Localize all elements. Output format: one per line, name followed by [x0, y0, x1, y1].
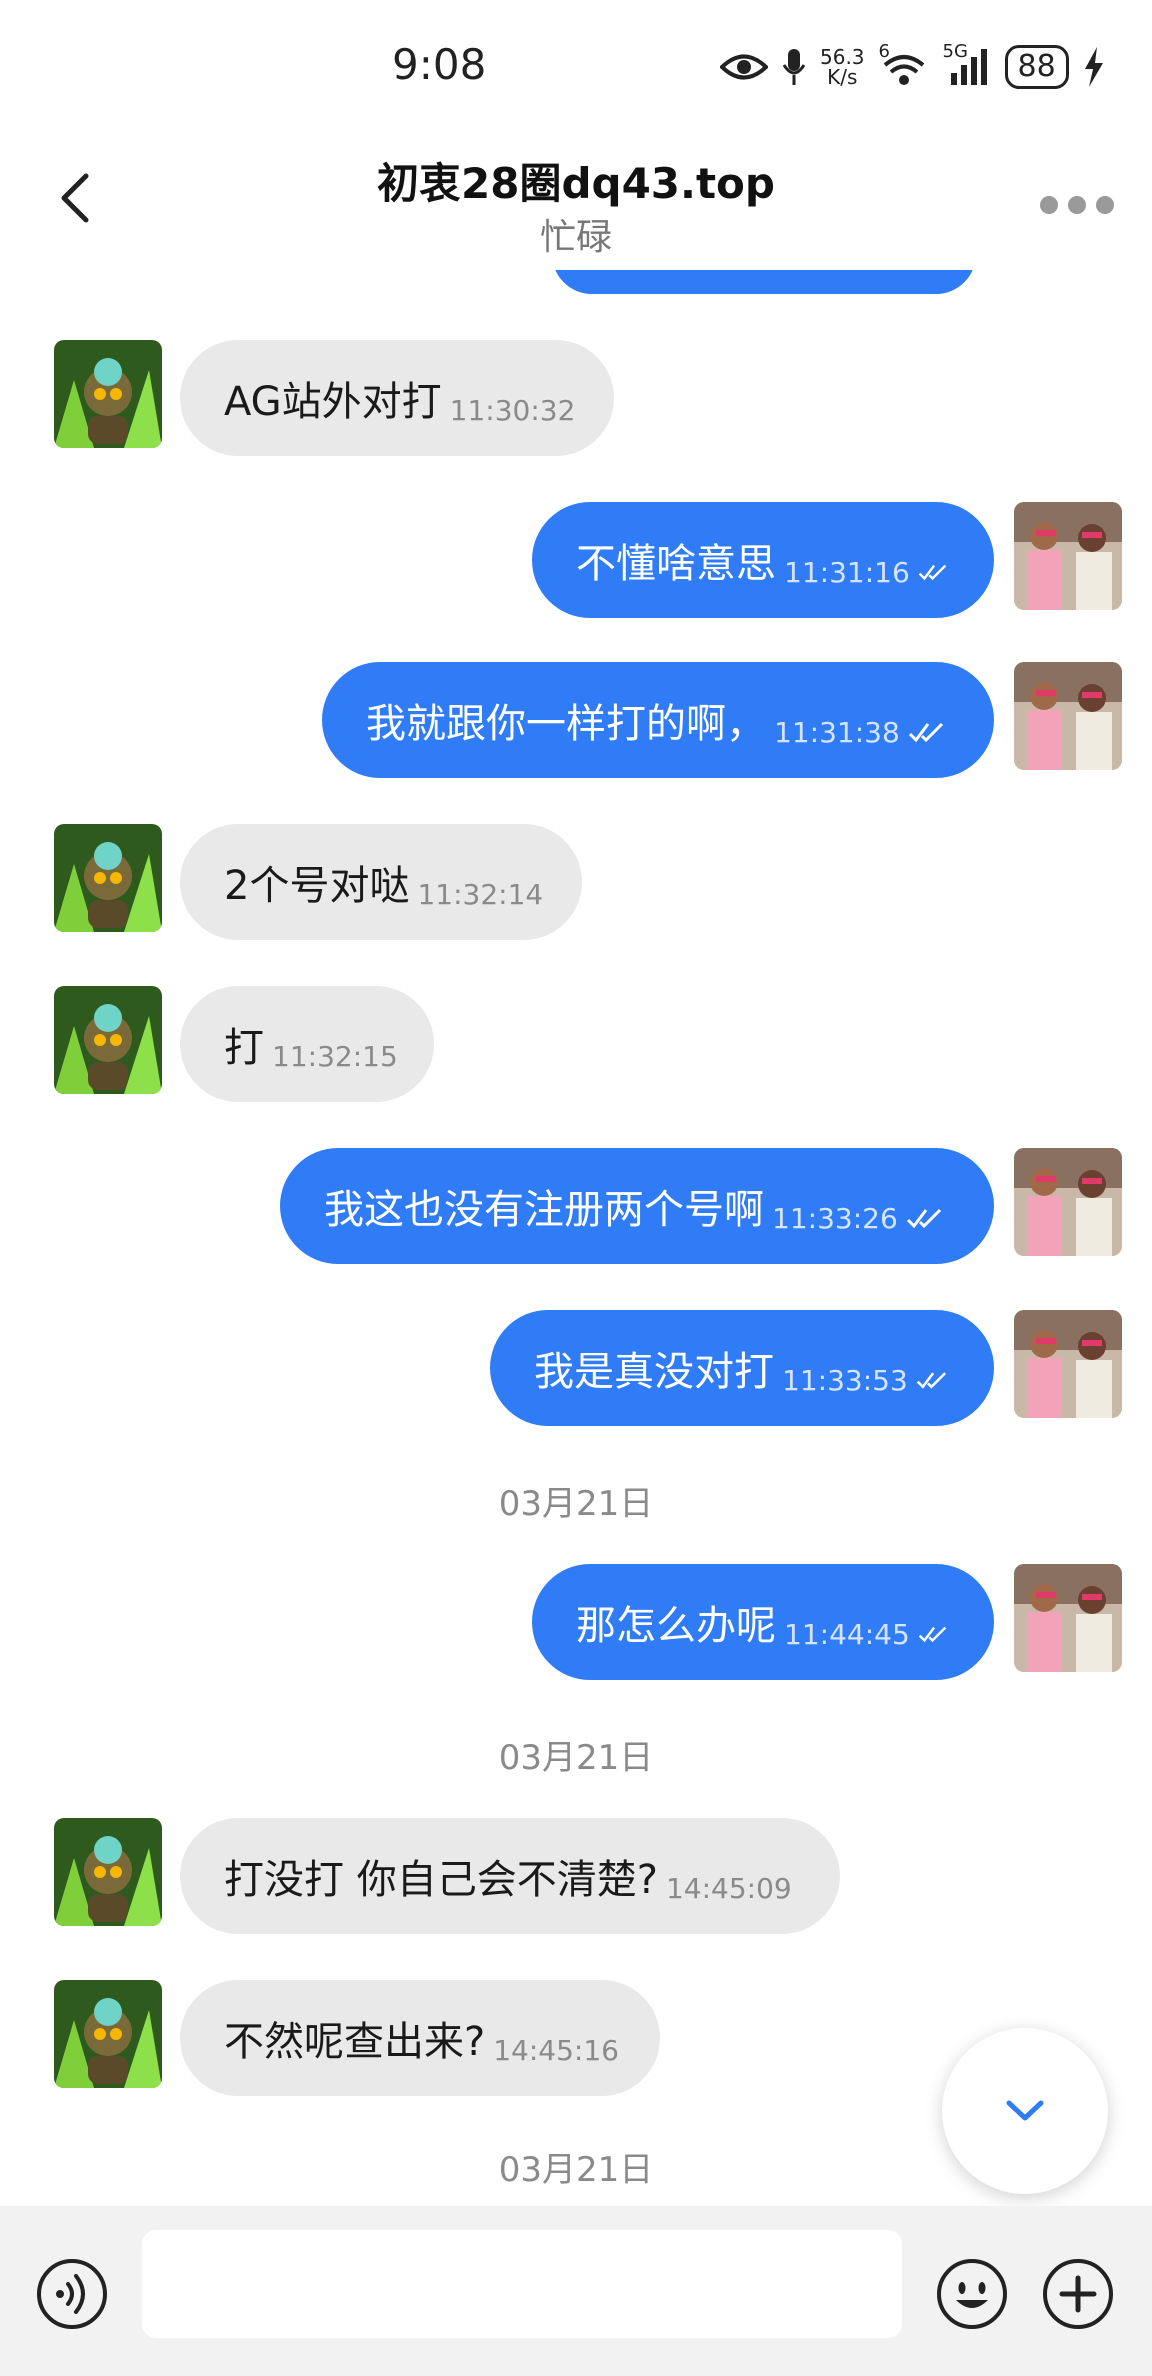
partial-message-bubble[interactable]: [552, 270, 976, 294]
charging-bolt-icon: [1084, 47, 1103, 87]
incoming-message[interactable]: 打 11:32:15: [180, 986, 434, 1102]
contact-avatar[interactable]: [54, 340, 162, 448]
add-attachment-icon[interactable]: [1042, 2258, 1114, 2330]
outgoing-message[interactable]: 我这也没有注册两个号啊 11:33:26: [280, 1148, 994, 1264]
contact-avatar[interactable]: [54, 986, 162, 1094]
incoming-message[interactable]: 不然呢查出来? 14:45:16: [180, 1980, 660, 2096]
contact-avatar[interactable]: [54, 1980, 162, 2088]
eye-icon: [720, 54, 768, 80]
my-avatar[interactable]: [1014, 1564, 1122, 1672]
voice-input-icon[interactable]: [36, 2258, 108, 2330]
outgoing-message[interactable]: 我就跟你一样打的啊， 11:31:38: [322, 662, 994, 778]
my-avatar[interactable]: [1014, 502, 1122, 610]
read-receipt-icon: [918, 1626, 947, 1643]
more-options-icon[interactable]: [1040, 190, 1116, 220]
chevron-down-icon: [1006, 2100, 1044, 2121]
outgoing-message[interactable]: 我是真没对打 11:33:53: [490, 1310, 994, 1426]
message-list[interactable]: AG站外对打 11:30:32 不懂啥意思 11:31:16 我就跟你一样打的啊， 1…: [0, 270, 1152, 2206]
read-receipt-icon: [908, 722, 943, 743]
my-avatar[interactable]: [1014, 662, 1122, 770]
read-receipt-icon: [916, 1372, 946, 1389]
contact-avatar[interactable]: [54, 824, 162, 932]
chat-header: 初衷28圈dq43.top 忙碌: [0, 130, 1152, 270]
microphone-icon: [782, 49, 806, 85]
my-avatar[interactable]: [1014, 1310, 1122, 1418]
network-speed: 56.3 K/s: [820, 45, 865, 89]
battery-indicator: 88: [1004, 45, 1069, 89]
read-receipt-icon: [918, 564, 947, 581]
message-input[interactable]: [142, 2230, 902, 2338]
outgoing-message[interactable]: 那怎么办呢 11:44:45: [532, 1564, 994, 1680]
chat-title[interactable]: 初衷28圈dq43.top: [0, 150, 1152, 211]
date-separator: 03月21日: [498, 1738, 654, 1778]
read-receipt-icon: [906, 1208, 941, 1229]
message-input-bar: [0, 2206, 1152, 2376]
contact-avatar[interactable]: [54, 1818, 162, 1926]
incoming-message[interactable]: 2个号对哒 11:32:14: [180, 824, 582, 940]
outgoing-message[interactable]: 不懂啥意思 11:31:16: [532, 502, 994, 618]
status-icons: 56.3 K/s 6 5G 88: [720, 41, 1105, 92]
incoming-message[interactable]: AG站外对打 11:30:32: [180, 340, 614, 456]
contact-status: 忙碌: [539, 217, 612, 258]
status-time: 9:08: [392, 40, 487, 89]
date-separator: 03月21日: [498, 1484, 654, 1524]
status-bar: 9:08 56.3 K/s 6 5G 88: [0, 0, 1152, 130]
scroll-to-bottom-button[interactable]: [942, 2028, 1108, 2194]
wifi-icon: 6: [879, 41, 929, 87]
emoji-icon[interactable]: [936, 2258, 1008, 2330]
cellular-signal-icon: 5G: [943, 41, 991, 87]
incoming-message[interactable]: 打没打 你自己会不清楚? 14:45:09: [180, 1818, 840, 1934]
my-avatar[interactable]: [1014, 1148, 1122, 1256]
